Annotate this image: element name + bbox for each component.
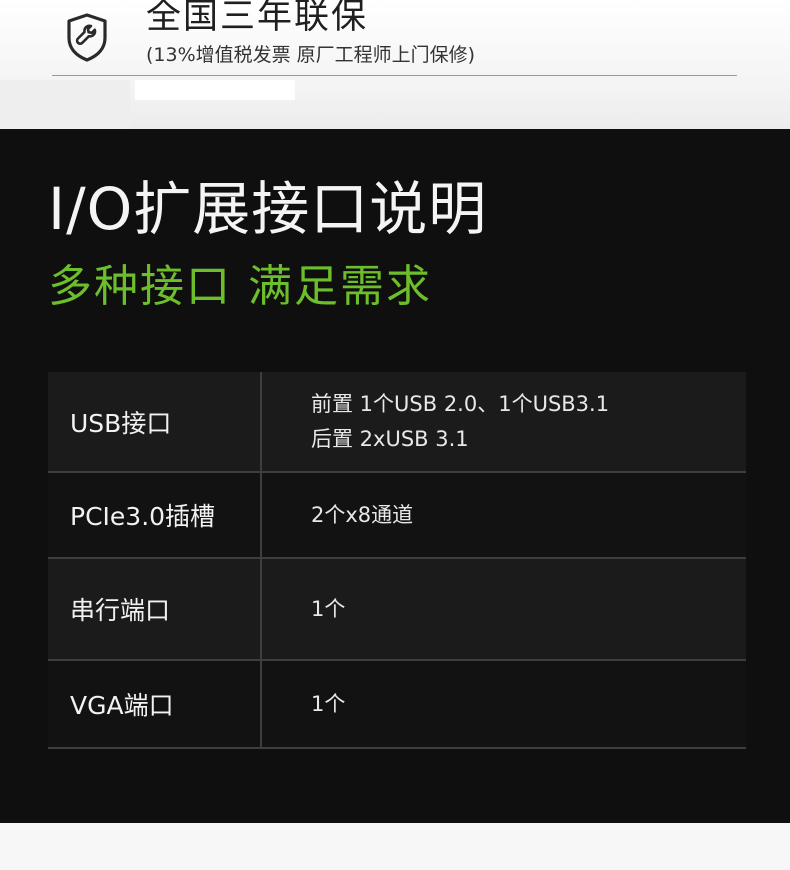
- spec-value-usb: 前置 1个USB 2.0、1个USB3.1 后置 2xUSB 3.1: [262, 372, 746, 471]
- spec-key-vga: VGA端口: [48, 661, 262, 747]
- bottom-strip: [0, 823, 790, 870]
- spec-value-line: 前置 1个USB 2.0、1个USB3.1: [311, 391, 610, 416]
- table-row: VGA端口 1个: [48, 661, 746, 749]
- io-section: I/O扩展接口说明 多种接口 满足需求 USB接口 前置 1个USB 2.0、1…: [0, 129, 790, 823]
- warranty-title: 全国三年联保: [146, 0, 369, 37]
- shield-wrench-icon: [67, 13, 107, 62]
- warranty-subtitle: (13%增值税发票 原厂工程师上门保修): [146, 44, 476, 66]
- table-row: 串行端口 1个: [48, 559, 746, 661]
- spec-key-serial: 串行端口: [48, 559, 262, 659]
- table-row: USB接口 前置 1个USB 2.0、1个USB3.1 后置 2xUSB 3.1: [48, 372, 746, 473]
- spec-value-line: 2个x8通道: [311, 502, 414, 527]
- spec-value-vga: 1个: [262, 661, 746, 747]
- spec-value-serial: 1个: [262, 559, 746, 659]
- spec-key-pcie: PCIe3.0插槽: [48, 473, 262, 557]
- spec-value-line: 1个: [311, 691, 346, 716]
- spec-key-usb: USB接口: [48, 372, 262, 471]
- divider: [52, 75, 737, 76]
- spec-value-line: 1个: [311, 596, 346, 621]
- banner-highlight: [135, 80, 295, 100]
- io-spec-table: USB接口 前置 1个USB 2.0、1个USB3.1 后置 2xUSB 3.1…: [48, 372, 746, 749]
- spec-value-pcie: 2个x8通道: [262, 473, 746, 557]
- warranty-banner: 全国三年联保 (13%增值税发票 原厂工程师上门保修): [0, 0, 790, 129]
- section-title: I/O扩展接口说明: [48, 175, 488, 243]
- section-subtitle: 多种接口 满足需求: [48, 261, 432, 312]
- spec-value-line: 后置 2xUSB 3.1: [311, 426, 469, 451]
- banner-shade: [0, 80, 130, 129]
- table-row: PCIe3.0插槽 2个x8通道: [48, 473, 746, 559]
